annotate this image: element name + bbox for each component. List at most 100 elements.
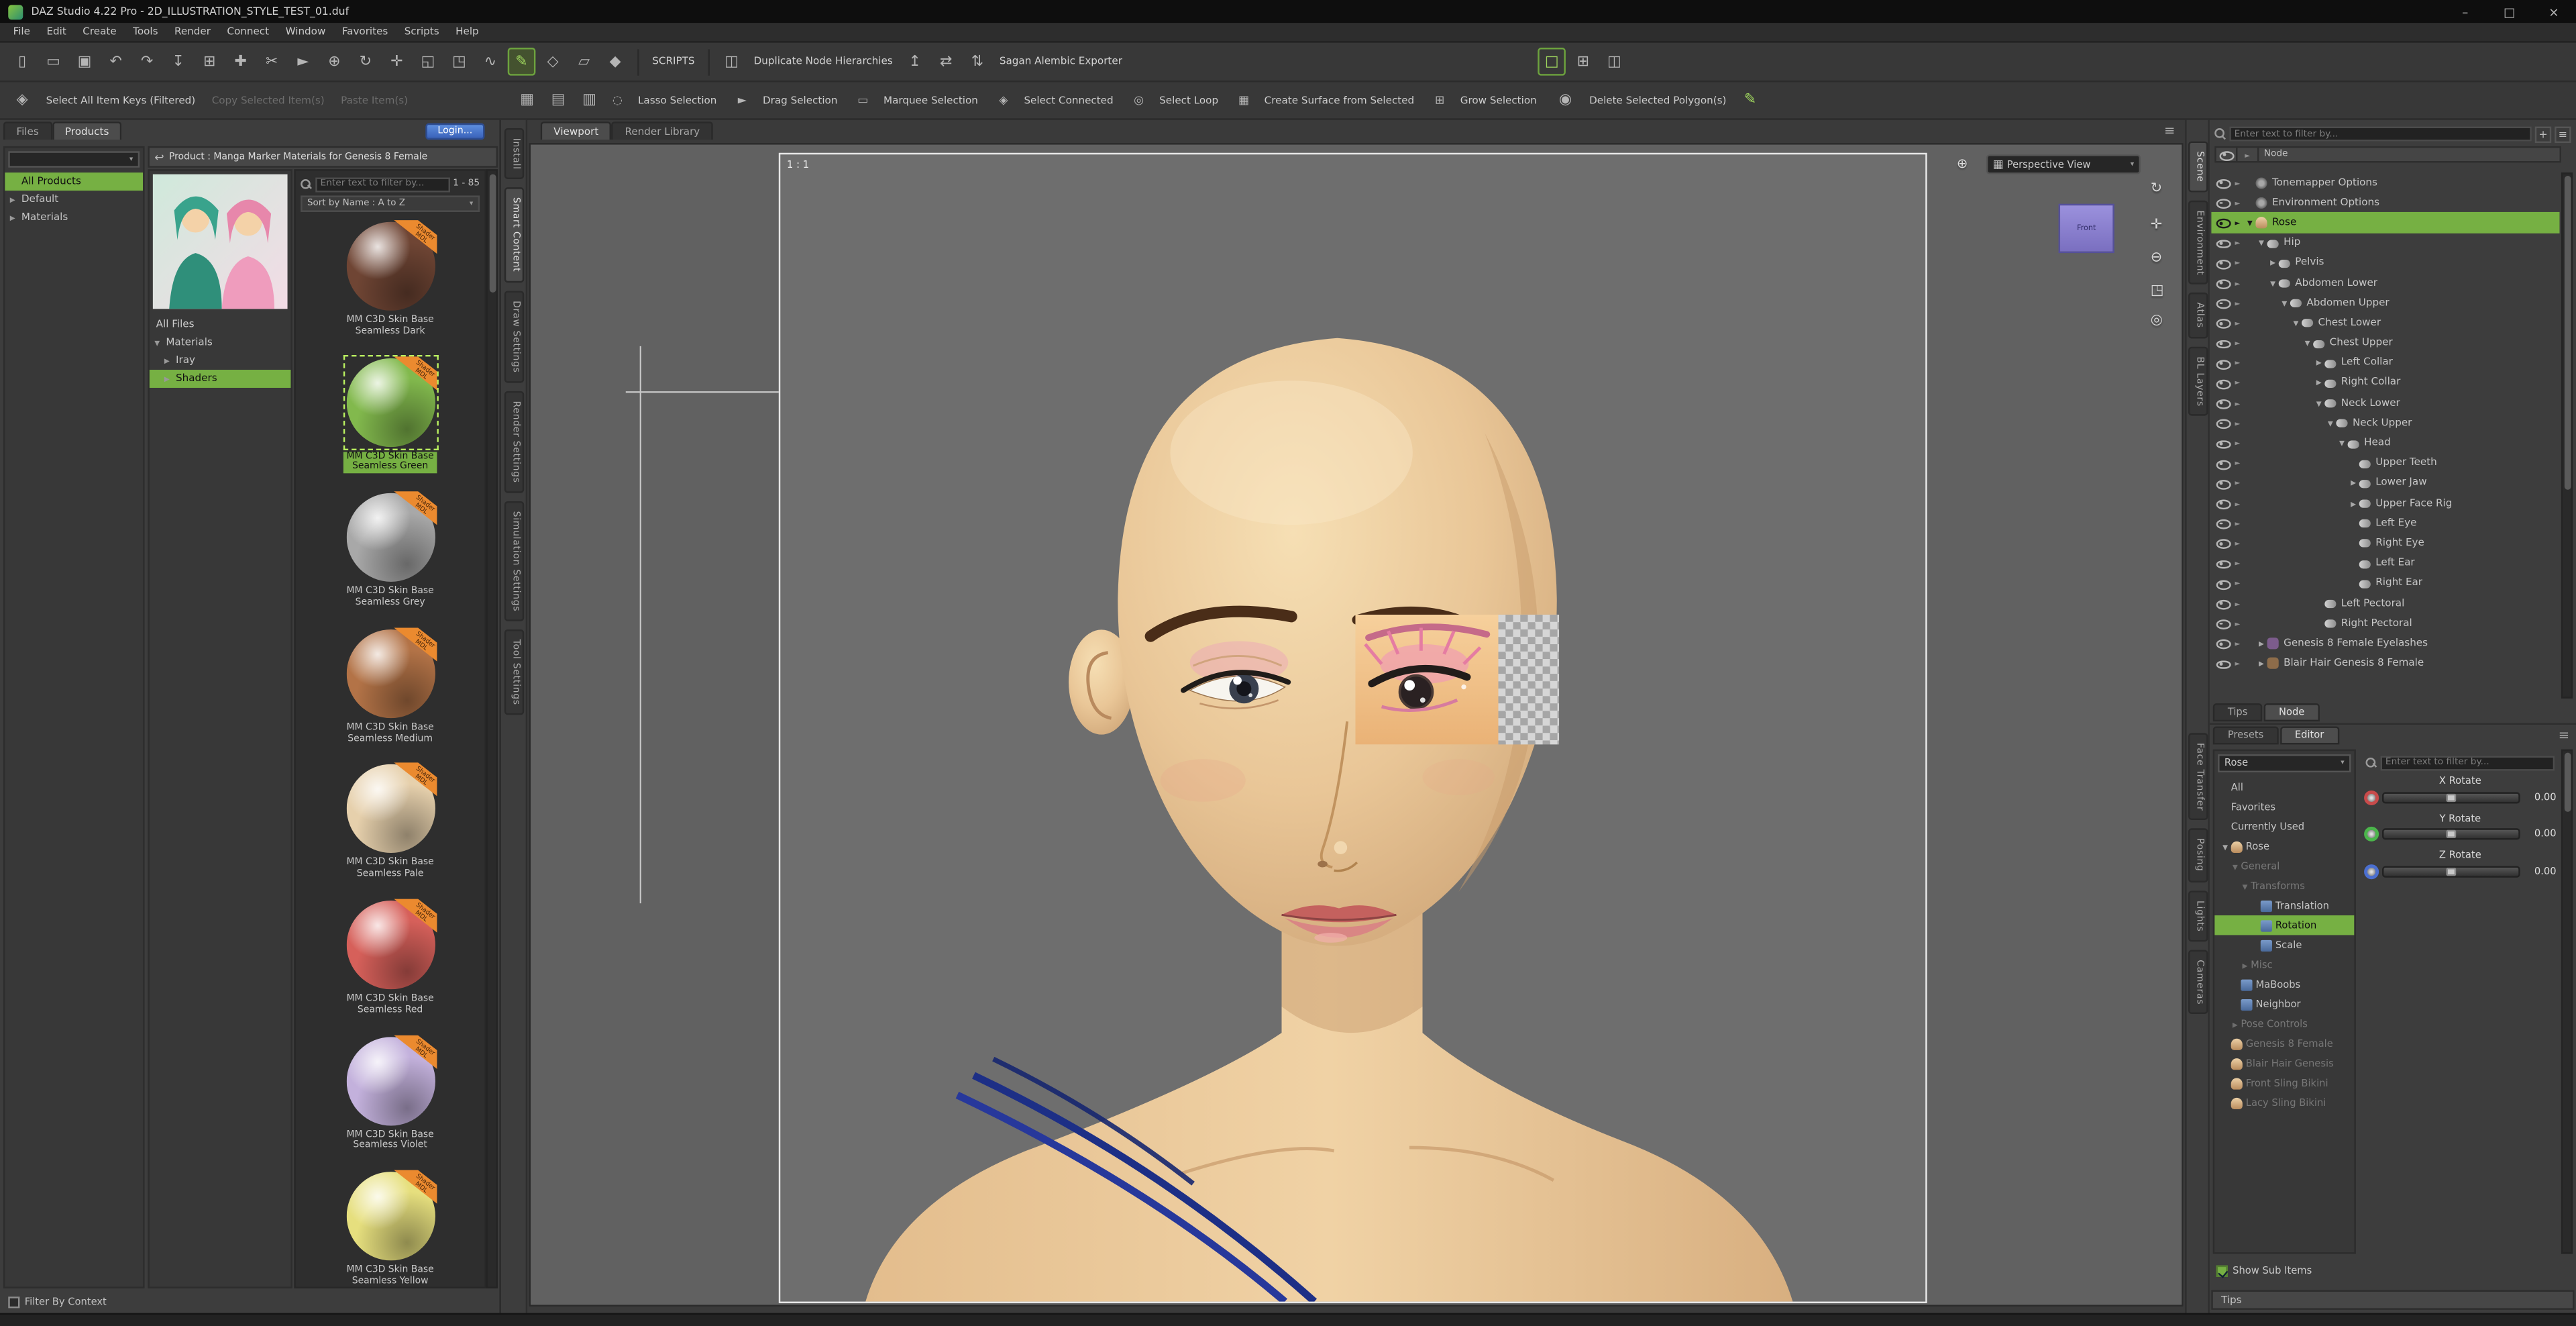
scene-node-abdomen-lower[interactable]: ►▼Abdomen Lower xyxy=(2211,272,2559,293)
visibility-eye-icon[interactable] xyxy=(2214,576,2229,590)
frame-tool-icon[interactable]: ◳ xyxy=(445,48,474,76)
content-scrollbar[interactable] xyxy=(486,169,498,1288)
tab-products[interactable]: Products xyxy=(52,121,122,140)
expand-arrow-icon[interactable]: ▶ xyxy=(2229,1020,2241,1028)
undo-icon[interactable]: ↶ xyxy=(102,48,130,76)
node-label[interactable]: Neck Upper xyxy=(2353,417,2412,429)
node-label[interactable]: Abdomen Upper xyxy=(2306,297,2389,309)
material-item[interactable]: ShaderMDLMM C3D Skin BaseSeamless Violet xyxy=(296,1035,485,1152)
param-group-blair-hair-genesis[interactable]: Blair Hair Genesis xyxy=(2214,1054,2354,1073)
param-group-favorites[interactable]: Favorites xyxy=(2214,797,2354,817)
visibility-eye-icon[interactable] xyxy=(2214,296,2229,309)
param-group-currently-used[interactable]: Currently Used xyxy=(2214,817,2354,836)
visibility-eye-icon[interactable] xyxy=(2214,176,2229,189)
expand-arrow-icon[interactable]: ▼ xyxy=(2336,439,2347,447)
slider-dial-icon[interactable] xyxy=(2364,864,2379,878)
scene-node-hip[interactable]: ►▼Hip xyxy=(2211,233,2559,253)
menu-scripts[interactable]: Scripts xyxy=(396,26,447,38)
visibility-eye-icon[interactable] xyxy=(2214,637,2229,650)
scene-node-genesis-8-female-eyelashes[interactable]: ►▶Genesis 8 Female Eyelashes xyxy=(2211,633,2559,654)
layout-grid-icon[interactable]: ⊞ xyxy=(1569,48,1597,76)
products-filter-dropdown[interactable]: ▾ xyxy=(8,151,140,167)
scene-node-left-eye[interactable]: ►Left Eye xyxy=(2211,513,2559,533)
item-keys-icon[interactable]: ◈ xyxy=(8,87,36,115)
expand-arrow-icon[interactable]: ▶ xyxy=(2239,960,2251,968)
tree-materials[interactable]: ▼Materials xyxy=(150,334,291,352)
slider-handle[interactable] xyxy=(2447,830,2457,838)
param-group-all[interactable]: All xyxy=(2214,777,2354,797)
visibility-eye-icon[interactable] xyxy=(2214,336,2229,350)
drag-selection[interactable]: ►Drag Selection xyxy=(730,89,846,111)
camera-icon[interactable]: ◉ xyxy=(1552,87,1580,115)
merge-scene-icon[interactable]: ⊞ xyxy=(195,48,223,76)
dock-tab-posing[interactable]: Posing xyxy=(2188,829,2207,882)
slider-dial-icon[interactable] xyxy=(2364,790,2379,805)
scene-filter-input[interactable] xyxy=(2229,127,2532,142)
edge-selection-icon[interactable]: ▤ xyxy=(544,87,572,115)
material-item[interactable]: ShaderMDLMM C3D Skin BaseSeamless Yellow xyxy=(296,1170,485,1286)
scene-node-chest-upper[interactable]: ►▼Chest Upper xyxy=(2211,333,2559,353)
expand-arrow-icon[interactable]: ▶ xyxy=(164,356,176,364)
alembic-icon[interactable]: ⇅ xyxy=(963,48,991,76)
dock-tab-draw-settings[interactable]: Draw Settings xyxy=(504,291,523,382)
slider-track[interactable] xyxy=(2382,791,2520,803)
tab-editor[interactable]: Editor xyxy=(2280,726,2339,744)
param-group-genesis-8-female[interactable]: Genesis 8 Female xyxy=(2214,1033,2354,1053)
param-group-general[interactable]: ▼General xyxy=(2214,856,2354,876)
visibility-eye-icon[interactable] xyxy=(2214,517,2229,530)
node-label[interactable]: Neck Lower xyxy=(2341,397,2400,409)
content-filter-input[interactable] xyxy=(315,176,449,191)
filter-by-context[interactable]: Filter By Context xyxy=(8,1296,107,1308)
expand-arrow-icon[interactable]: ▼ xyxy=(2229,862,2241,870)
sagan-alembic-exporter-button[interactable]: Sagan Alembic Exporter xyxy=(1000,56,1122,67)
duplicate-nodes-icon[interactable]: ◫ xyxy=(718,48,746,76)
filter-by-context-checkbox[interactable] xyxy=(8,1296,19,1308)
visibility-eye-icon[interactable] xyxy=(2214,436,2229,450)
param-group-neighbor[interactable]: Neighbor xyxy=(2214,994,2354,1014)
all-files-label[interactable]: All Files xyxy=(150,312,291,334)
scene-node-environment-options[interactable]: ►Environment Options xyxy=(2211,193,2559,213)
save-icon[interactable]: ▣ xyxy=(70,48,99,76)
visibility-eye-icon[interactable] xyxy=(2214,256,2229,270)
dolly-view-icon[interactable]: ⊖ xyxy=(2151,250,2162,266)
scale-tool-icon[interactable]: ◱ xyxy=(414,48,442,76)
scrollbar-thumb[interactable] xyxy=(489,174,496,293)
dock-tab-render-settings[interactable]: Render Settings xyxy=(504,391,523,493)
scene-node-left-ear[interactable]: ►Left Ear xyxy=(2211,553,2559,573)
tab-files[interactable]: Files xyxy=(3,121,52,140)
show-sub-items-checkbox[interactable] xyxy=(2216,1266,2228,1277)
dock-tab-install[interactable]: Install xyxy=(504,128,523,179)
scene-node-right-pectoral[interactable]: ►Right Pectoral xyxy=(2211,613,2559,633)
expand-arrow-icon[interactable]: ▼ xyxy=(154,338,166,346)
slider-value[interactable]: 0.00 xyxy=(2524,865,2557,876)
expand-arrow-icon[interactable]: ▼ xyxy=(2324,419,2336,427)
node-label[interactable]: Chest Lower xyxy=(2318,317,2381,328)
node-label[interactable]: Blair Hair Genesis 8 Female xyxy=(2284,658,2424,669)
expand-arrow-icon[interactable]: ▼ xyxy=(2313,399,2324,407)
scene-node-rose[interactable]: ►▼Rose xyxy=(2211,213,2559,233)
node-label[interactable]: Head xyxy=(2364,438,2391,449)
param-group-scale[interactable]: Scale xyxy=(2214,935,2354,954)
scene-node-left-collar[interactable]: ►▶Left Collar xyxy=(2211,353,2559,373)
visibility-eye-icon[interactable] xyxy=(2214,456,2229,470)
import-icon[interactable]: ↧ xyxy=(164,48,193,76)
create-node-icon[interactable]: ✚ xyxy=(227,48,255,76)
maximize-button[interactable]: □ xyxy=(2487,0,2532,23)
duplicate-node-hierarchies-button[interactable]: Duplicate Node Hierarchies xyxy=(754,56,893,67)
menu-tools[interactable]: Tools xyxy=(125,26,166,38)
delete-selected-polygons-button[interactable]: Delete Selected Polygon(s) xyxy=(1589,95,1726,106)
tab-tips[interactable]: Tips xyxy=(2213,703,2263,721)
node-label[interactable]: Abdomen Lower xyxy=(2295,277,2377,289)
create-surface-from-selected[interactable]: ▦Create Surface from Selected xyxy=(1232,89,1423,111)
lasso-selection[interactable]: ◌Lasso Selection xyxy=(605,89,725,111)
sort-dropdown[interactable]: Sort by Name : A to Z ▾ xyxy=(301,195,480,211)
parameters-scrollbar[interactable] xyxy=(2561,750,2573,1254)
node-label[interactable]: Upper Face Rig xyxy=(2375,497,2452,509)
material-item[interactable]: ShaderMDLMM C3D Skin BaseSeamless Green xyxy=(296,356,485,473)
slider-handle[interactable] xyxy=(2447,867,2457,875)
login-button[interactable]: Login... xyxy=(425,123,484,140)
scene-node-lower-jaw[interactable]: ►▶Lower Jaw xyxy=(2211,473,2559,493)
menu-file[interactable]: File xyxy=(5,26,38,38)
scrollbar-thumb[interactable] xyxy=(2564,753,2571,812)
node-label[interactable]: Right Collar xyxy=(2341,377,2401,389)
